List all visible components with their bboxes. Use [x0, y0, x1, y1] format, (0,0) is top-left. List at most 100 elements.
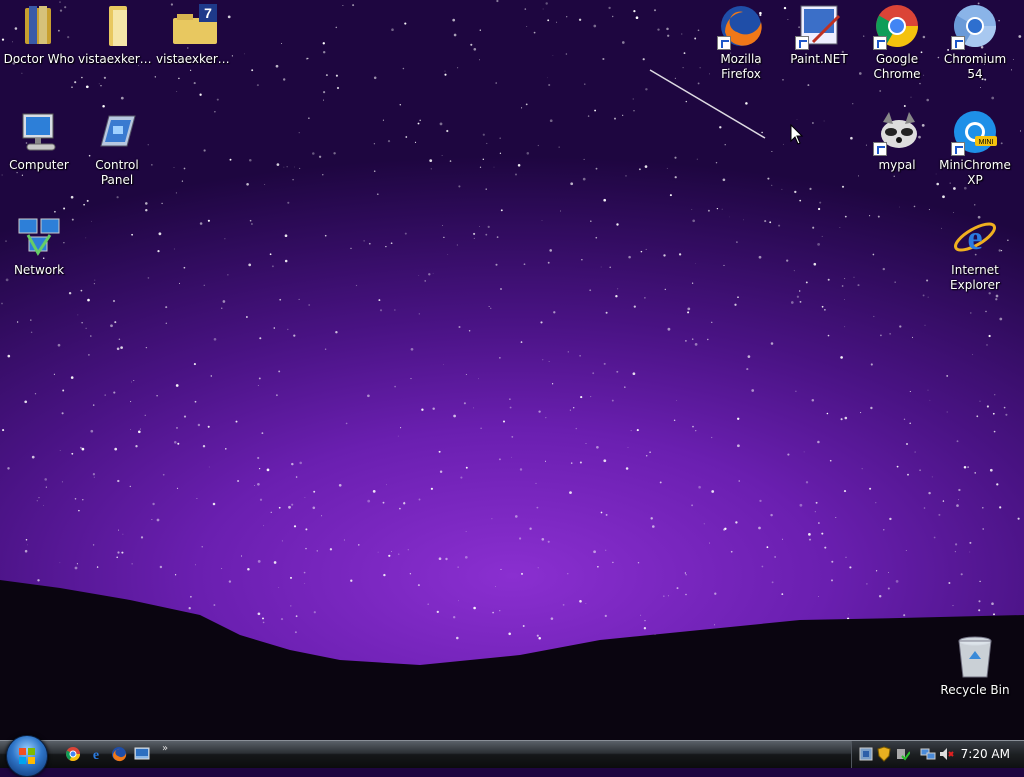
- star: [793, 270, 795, 272]
- star: [336, 86, 340, 90]
- star: [386, 484, 387, 486]
- google-chrome[interactable]: Google Chrome: [858, 2, 936, 82]
- star: [600, 266, 602, 268]
- safely-remove-icon[interactable]: [894, 746, 910, 762]
- star: [596, 445, 599, 449]
- star: [447, 254, 449, 255]
- star: [139, 428, 141, 430]
- star: [807, 84, 810, 87]
- star: [402, 67, 405, 70]
- star: [923, 507, 926, 509]
- star: [216, 98, 219, 101]
- volume-muted-icon[interactable]: [938, 746, 954, 762]
- star: [183, 415, 187, 418]
- star: [737, 444, 740, 448]
- star: [240, 555, 243, 557]
- star: [909, 422, 911, 425]
- star: [122, 533, 124, 535]
- vistaexkerns-folder-2[interactable]: 7 vistaexkerns...: [156, 2, 234, 67]
- star: [974, 204, 976, 206]
- quick-launch-chevron[interactable]: »: [162, 743, 168, 754]
- clock[interactable]: 7:20 AM: [961, 747, 1010, 761]
- star: [92, 473, 96, 476]
- star: [129, 485, 131, 488]
- star: [911, 336, 914, 338]
- star: [511, 456, 513, 458]
- computer[interactable]: Computer: [0, 108, 78, 173]
- star: [956, 504, 959, 507]
- icon-label: MiniChrome XP: [939, 158, 1011, 187]
- star: [145, 346, 148, 349]
- internet-explorer-icon[interactable]: e: [88, 746, 104, 762]
- paint-net[interactable]: Paint.NET: [780, 2, 858, 67]
- star: [81, 322, 83, 324]
- star: [989, 468, 993, 472]
- chromium-54[interactable]: Chromium 54: [936, 2, 1014, 82]
- star: [391, 28, 394, 31]
- control-panel[interactable]: Control Panel: [78, 108, 156, 188]
- star: [766, 546, 769, 549]
- star: [969, 551, 971, 553]
- star: [173, 167, 175, 169]
- star: [133, 379, 135, 381]
- vistaexkerns-folder-1[interactable]: vistaexkerns...: [78, 2, 156, 67]
- firefox-icon[interactable]: [111, 746, 127, 762]
- star: [394, 385, 396, 388]
- recycle-bin[interactable]: Recycle Bin: [936, 633, 1014, 698]
- star: [291, 503, 294, 506]
- star: [811, 122, 814, 124]
- chrome-icon[interactable]: [65, 746, 81, 762]
- star: [724, 527, 727, 530]
- mypal[interactable]: mypal: [858, 108, 936, 173]
- star: [207, 219, 210, 222]
- star: [38, 497, 40, 499]
- star: [305, 57, 308, 60]
- star: [743, 219, 745, 221]
- star: [687, 307, 691, 311]
- minichrome-xp[interactable]: MINI MiniChrome XP: [936, 108, 1014, 188]
- network[interactable]: Network: [0, 213, 78, 278]
- star: [322, 50, 326, 54]
- star: [468, 330, 471, 332]
- star: [605, 513, 608, 516]
- start-button[interactable]: [6, 735, 48, 777]
- star: [538, 410, 541, 413]
- star: [697, 29, 700, 32]
- star: [992, 412, 995, 415]
- star: [540, 321, 543, 324]
- star: [824, 309, 826, 311]
- star: [221, 307, 223, 309]
- star: [691, 504, 694, 507]
- star: [781, 188, 783, 190]
- star: [536, 506, 539, 509]
- star: [782, 538, 783, 540]
- icon-label: Mozilla Firefox: [720, 52, 762, 81]
- star: [893, 175, 895, 177]
- star: [548, 83, 551, 87]
- star: [796, 295, 800, 298]
- star: [446, 129, 449, 133]
- mozilla-firefox[interactable]: Mozilla Firefox: [702, 2, 780, 82]
- star: [114, 447, 118, 451]
- internet-explorer[interactable]: e Internet Explorer: [936, 213, 1014, 293]
- show-desktop-icon[interactable]: [134, 746, 150, 762]
- doctor-who-folder[interactable]: Doctor Who: [0, 2, 78, 67]
- star: [281, 540, 283, 542]
- star: [201, 546, 203, 548]
- star: [635, 16, 639, 20]
- star: [323, 91, 326, 94]
- network-manager-icon[interactable]: [858, 746, 874, 762]
- star: [418, 498, 421, 501]
- star: [144, 414, 146, 416]
- star: [177, 442, 180, 445]
- icon-label: vistaexkerns...: [78, 52, 156, 66]
- star: [659, 481, 662, 484]
- star: [179, 282, 180, 284]
- star: [432, 272, 434, 274]
- star: [980, 87, 981, 88]
- star: [1, 174, 3, 176]
- star: [799, 300, 802, 303]
- security-shield-icon[interactable]: [876, 746, 892, 762]
- network-icon[interactable]: [920, 746, 936, 762]
- star: [224, 238, 226, 240]
